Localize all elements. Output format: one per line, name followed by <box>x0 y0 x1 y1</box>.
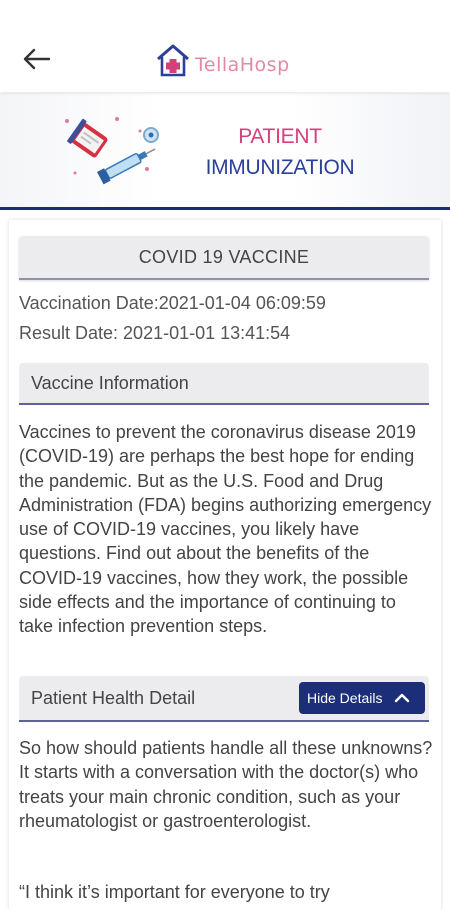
arrow-left-icon <box>23 48 51 70</box>
patient-health-detail-text: So how should patients handle all these … <box>19 738 433 831</box>
app-bar: TellaHosp <box>0 0 450 92</box>
patient-health-detail-quote: “I think it’s important for everyone to … <box>19 882 330 902</box>
immunization-banner: PATIENT IMMUNIZATION <box>0 93 450 210</box>
vaccine-information-text: Vaccines to prevent the coronavirus dise… <box>19 422 432 637</box>
immunization-card: COVID 19 VACCINE Vaccination Date:2021-0… <box>9 220 441 910</box>
vaccine-information-heading: Vaccine Information <box>31 372 189 393</box>
vaccination-date: Vaccination Date:2021-01-04 06:09:59 <box>19 293 326 313</box>
hide-details-button[interactable]: Hide Details <box>299 682 425 714</box>
patient-health-detail-heading: Patient Health Detail <box>31 687 196 708</box>
house-medical-icon <box>157 44 189 77</box>
vaccine-information-header: Vaccine Information <box>19 363 429 405</box>
banner-title-line2: IMMUNIZATION <box>205 156 355 179</box>
hide-details-label: Hide Details <box>307 690 383 706</box>
syringe-vial-icon <box>55 113 165 198</box>
back-button[interactable] <box>20 44 54 74</box>
patient-health-detail-header: Patient Health Detail Hide Details <box>19 676 429 722</box>
result-date: Result Date: 2021-01-01 13:41:54 <box>19 323 291 343</box>
banner-title: PATIENT IMMUNIZATION <box>180 121 380 183</box>
chevron-up-icon <box>394 693 410 703</box>
vaccine-title: COVID 19 VACCINE <box>19 236 429 280</box>
app-logo: TellaHosp <box>155 40 290 80</box>
banner-title-line1: PATIENT <box>238 125 322 148</box>
logo-text: TellaHosp <box>195 54 290 76</box>
